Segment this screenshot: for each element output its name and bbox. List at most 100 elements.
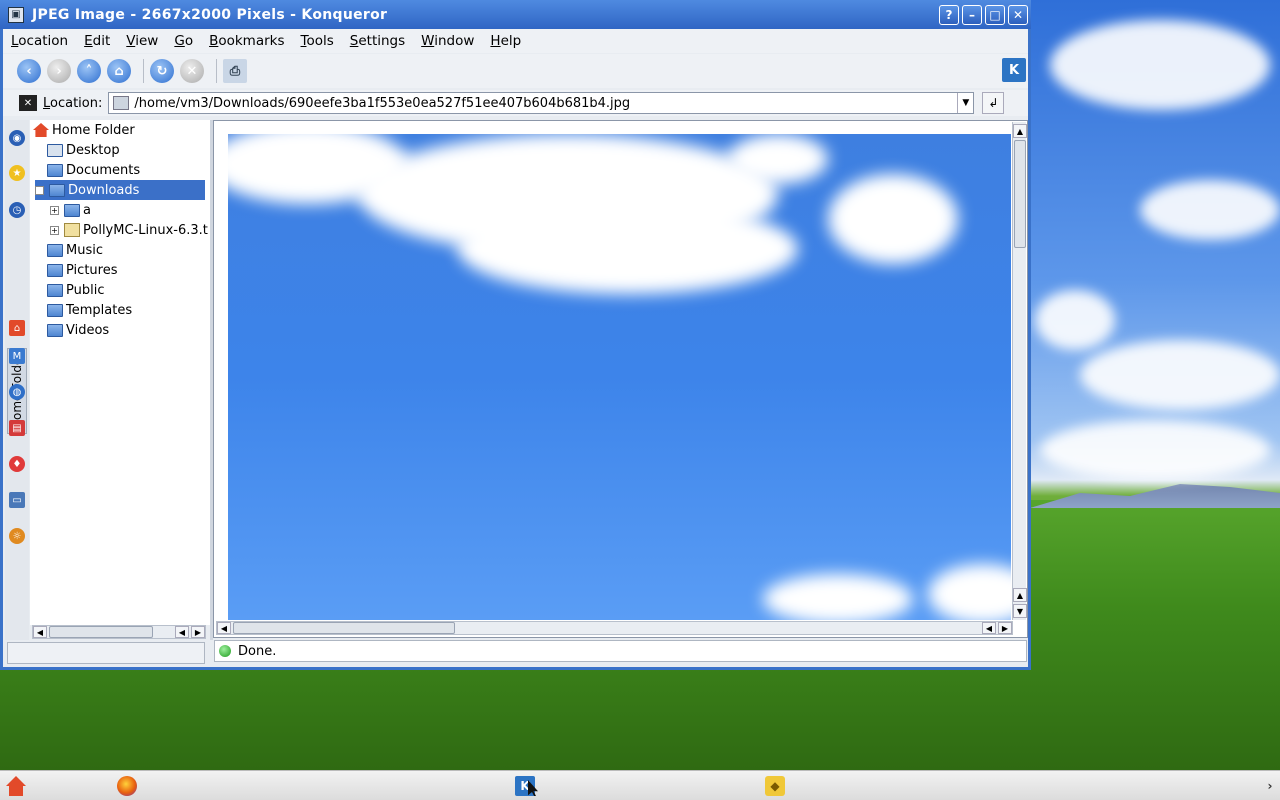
menu-help[interactable]: Help bbox=[490, 33, 521, 49]
scroll-left-icon[interactable]: ◀ bbox=[33, 626, 47, 638]
toolbar-separator bbox=[216, 59, 217, 83]
window-title: JPEG Image - 2667x2000 Pixels - Konquero… bbox=[32, 6, 388, 23]
go-button[interactable]: ↲ bbox=[982, 92, 1005, 114]
tree-item-label: a bbox=[83, 202, 91, 218]
tree-item-label: Home Folder bbox=[52, 122, 135, 138]
media-icon[interactable]: M bbox=[9, 348, 25, 364]
home-icon[interactable]: ⌂ bbox=[107, 59, 131, 83]
chevron-down-icon[interactable]: ▼ bbox=[957, 93, 973, 113]
navigator-icon[interactable]: ◉ bbox=[9, 130, 25, 146]
viewer-horizontal-scrollbar[interactable]: ◀ ◀ ▶ bbox=[216, 621, 1013, 635]
folder-icon bbox=[47, 323, 63, 337]
history-icon[interactable]: ◷ bbox=[9, 202, 25, 218]
expand-icon[interactable]: + bbox=[50, 225, 59, 235]
menu-settings[interactable]: Settings bbox=[350, 33, 405, 49]
scroll-left-icon[interactable]: ◀ bbox=[982, 622, 996, 634]
print-icon[interactable]: ⎙ bbox=[223, 59, 247, 83]
tree-item-home-folder[interactable]: Home Folder bbox=[33, 120, 135, 140]
home-icon bbox=[33, 123, 49, 137]
up-icon[interactable]: ˄ bbox=[77, 59, 101, 83]
reload-icon[interactable]: ↻ bbox=[150, 59, 174, 83]
scroll-left-icon[interactable]: ◀ bbox=[217, 622, 231, 634]
folder-icon bbox=[47, 303, 63, 317]
tree-item-templates[interactable]: Templates bbox=[47, 300, 132, 320]
desktop-cloud bbox=[1040, 420, 1270, 480]
location-input[interactable]: /home/vm3/Downloads/690eefe3ba1f553e0ea5… bbox=[108, 92, 975, 114]
location-bar: ✕ Location: /home/vm3/Downloads/690eefe3… bbox=[3, 90, 1028, 116]
scroll-up-icon[interactable]: ▲ bbox=[1013, 124, 1027, 138]
collapse-icon[interactable]: − bbox=[35, 185, 44, 195]
scrollbar-thumb[interactable] bbox=[233, 622, 455, 634]
services-icon[interactable]: ▤ bbox=[9, 420, 25, 436]
status-text: Done. bbox=[238, 643, 277, 659]
network-icon[interactable]: ◍ bbox=[9, 384, 25, 400]
firefox-icon[interactable] bbox=[117, 776, 137, 796]
scroll-up-icon[interactable]: ▲ bbox=[1013, 588, 1027, 602]
scroll-right-icon[interactable]: ▶ bbox=[191, 626, 205, 638]
expand-icon[interactable]: + bbox=[50, 205, 59, 215]
menu-window[interactable]: Window bbox=[421, 33, 474, 49]
folder-icon bbox=[47, 283, 63, 297]
menu-view[interactable]: View bbox=[126, 33, 158, 49]
root-folder-icon[interactable]: ♦ bbox=[9, 456, 25, 472]
tree-item-label: Music bbox=[66, 242, 103, 258]
close-button[interactable]: ✕ bbox=[1008, 4, 1028, 25]
menu-location[interactable]: Location bbox=[11, 33, 68, 49]
tree-item-label: Public bbox=[66, 282, 105, 298]
chevron-right-icon[interactable]: › bbox=[1264, 776, 1276, 796]
back-icon[interactable]: ‹ bbox=[17, 59, 41, 83]
tree-item-label: Pictures bbox=[66, 262, 118, 278]
bookmarks-icon[interactable]: ★ bbox=[9, 165, 25, 181]
tree-item-pictures[interactable]: Pictures bbox=[47, 260, 117, 280]
tree-item-a[interactable]: + a bbox=[50, 200, 91, 220]
image-cloud bbox=[928, 564, 1011, 620]
window-app-icon[interactable]: ▣ bbox=[8, 6, 24, 23]
tree-item-documents[interactable]: Documents bbox=[47, 160, 140, 180]
viewer-vertical-scrollbar[interactable]: ▲ ▲ ▼ bbox=[1012, 122, 1027, 620]
menu-go[interactable]: Go bbox=[174, 33, 193, 49]
tree-item-label: Documents bbox=[66, 162, 141, 178]
tree-item-label: Downloads bbox=[68, 182, 140, 198]
menu-tools[interactable]: Tools bbox=[301, 33, 334, 49]
menu-bookmarks[interactable]: Bookmarks bbox=[209, 33, 284, 49]
image-cloud bbox=[728, 134, 828, 184]
web-sidebar-icon[interactable]: ☼ bbox=[9, 528, 25, 544]
desktop-cloud bbox=[1080, 340, 1280, 410]
scrollbar-thumb[interactable] bbox=[49, 626, 153, 638]
taskbar: K ◆ › bbox=[0, 770, 1280, 800]
menu-edit[interactable]: Edit bbox=[84, 33, 110, 49]
scroll-left-icon[interactable]: ◀ bbox=[175, 626, 189, 638]
tree-horizontal-scrollbar[interactable]: ◀ ◀ ▶ bbox=[32, 625, 206, 639]
forward-icon[interactable]: › bbox=[47, 59, 71, 83]
minimize-button[interactable]: – bbox=[962, 4, 982, 25]
scroll-down-icon[interactable]: ▼ bbox=[1013, 604, 1027, 618]
kmenu-icon[interactable] bbox=[6, 776, 26, 796]
scrollbar-thumb[interactable] bbox=[1014, 140, 1026, 248]
help-button[interactable]: ? bbox=[939, 4, 959, 25]
home-folder-icon[interactable]: ⌂ bbox=[9, 320, 25, 336]
tree-item-downloads[interactable]: − Downloads bbox=[35, 180, 205, 200]
tree-item-label: Videos bbox=[66, 322, 110, 338]
image-cloud bbox=[458, 204, 798, 294]
location-value[interactable]: /home/vm3/Downloads/690eefe3ba1f553e0ea5… bbox=[134, 96, 957, 111]
menu-bar: Location Edit View Go Bookmarks Tools Se… bbox=[3, 29, 1028, 53]
maximize-button[interactable]: □ bbox=[985, 4, 1005, 25]
scroll-right-icon[interactable]: ▶ bbox=[998, 622, 1012, 634]
konqueror-logo-icon: K bbox=[1002, 58, 1026, 82]
status-ok-icon bbox=[219, 645, 231, 657]
tree-item-music[interactable]: Music bbox=[47, 240, 103, 260]
sidebar-status bbox=[7, 642, 205, 664]
image-cloud bbox=[828, 174, 958, 264]
tree-item-desktop[interactable]: Desktop bbox=[47, 140, 120, 160]
stop-icon[interactable]: ✕ bbox=[180, 59, 204, 83]
image-viewer: ▲ ▲ ▼ ◀ ◀ ▶ bbox=[213, 120, 1028, 638]
tree-item-public[interactable]: Public bbox=[47, 280, 104, 300]
title-bar[interactable]: ▣ JPEG Image - 2667x2000 Pixels - Konque… bbox=[0, 0, 1031, 29]
archive-icon bbox=[64, 223, 80, 237]
desktop-hills bbox=[1030, 484, 1280, 508]
tree-item-pollymc[interactable]: + PollyMC-Linux-6.3.t bbox=[50, 220, 210, 240]
devices-icon[interactable]: ▭ bbox=[9, 492, 25, 508]
clear-location-icon[interactable]: ✕ bbox=[19, 95, 37, 111]
tree-item-videos[interactable]: Videos bbox=[47, 320, 109, 340]
package-icon[interactable]: ◆ bbox=[765, 776, 785, 796]
